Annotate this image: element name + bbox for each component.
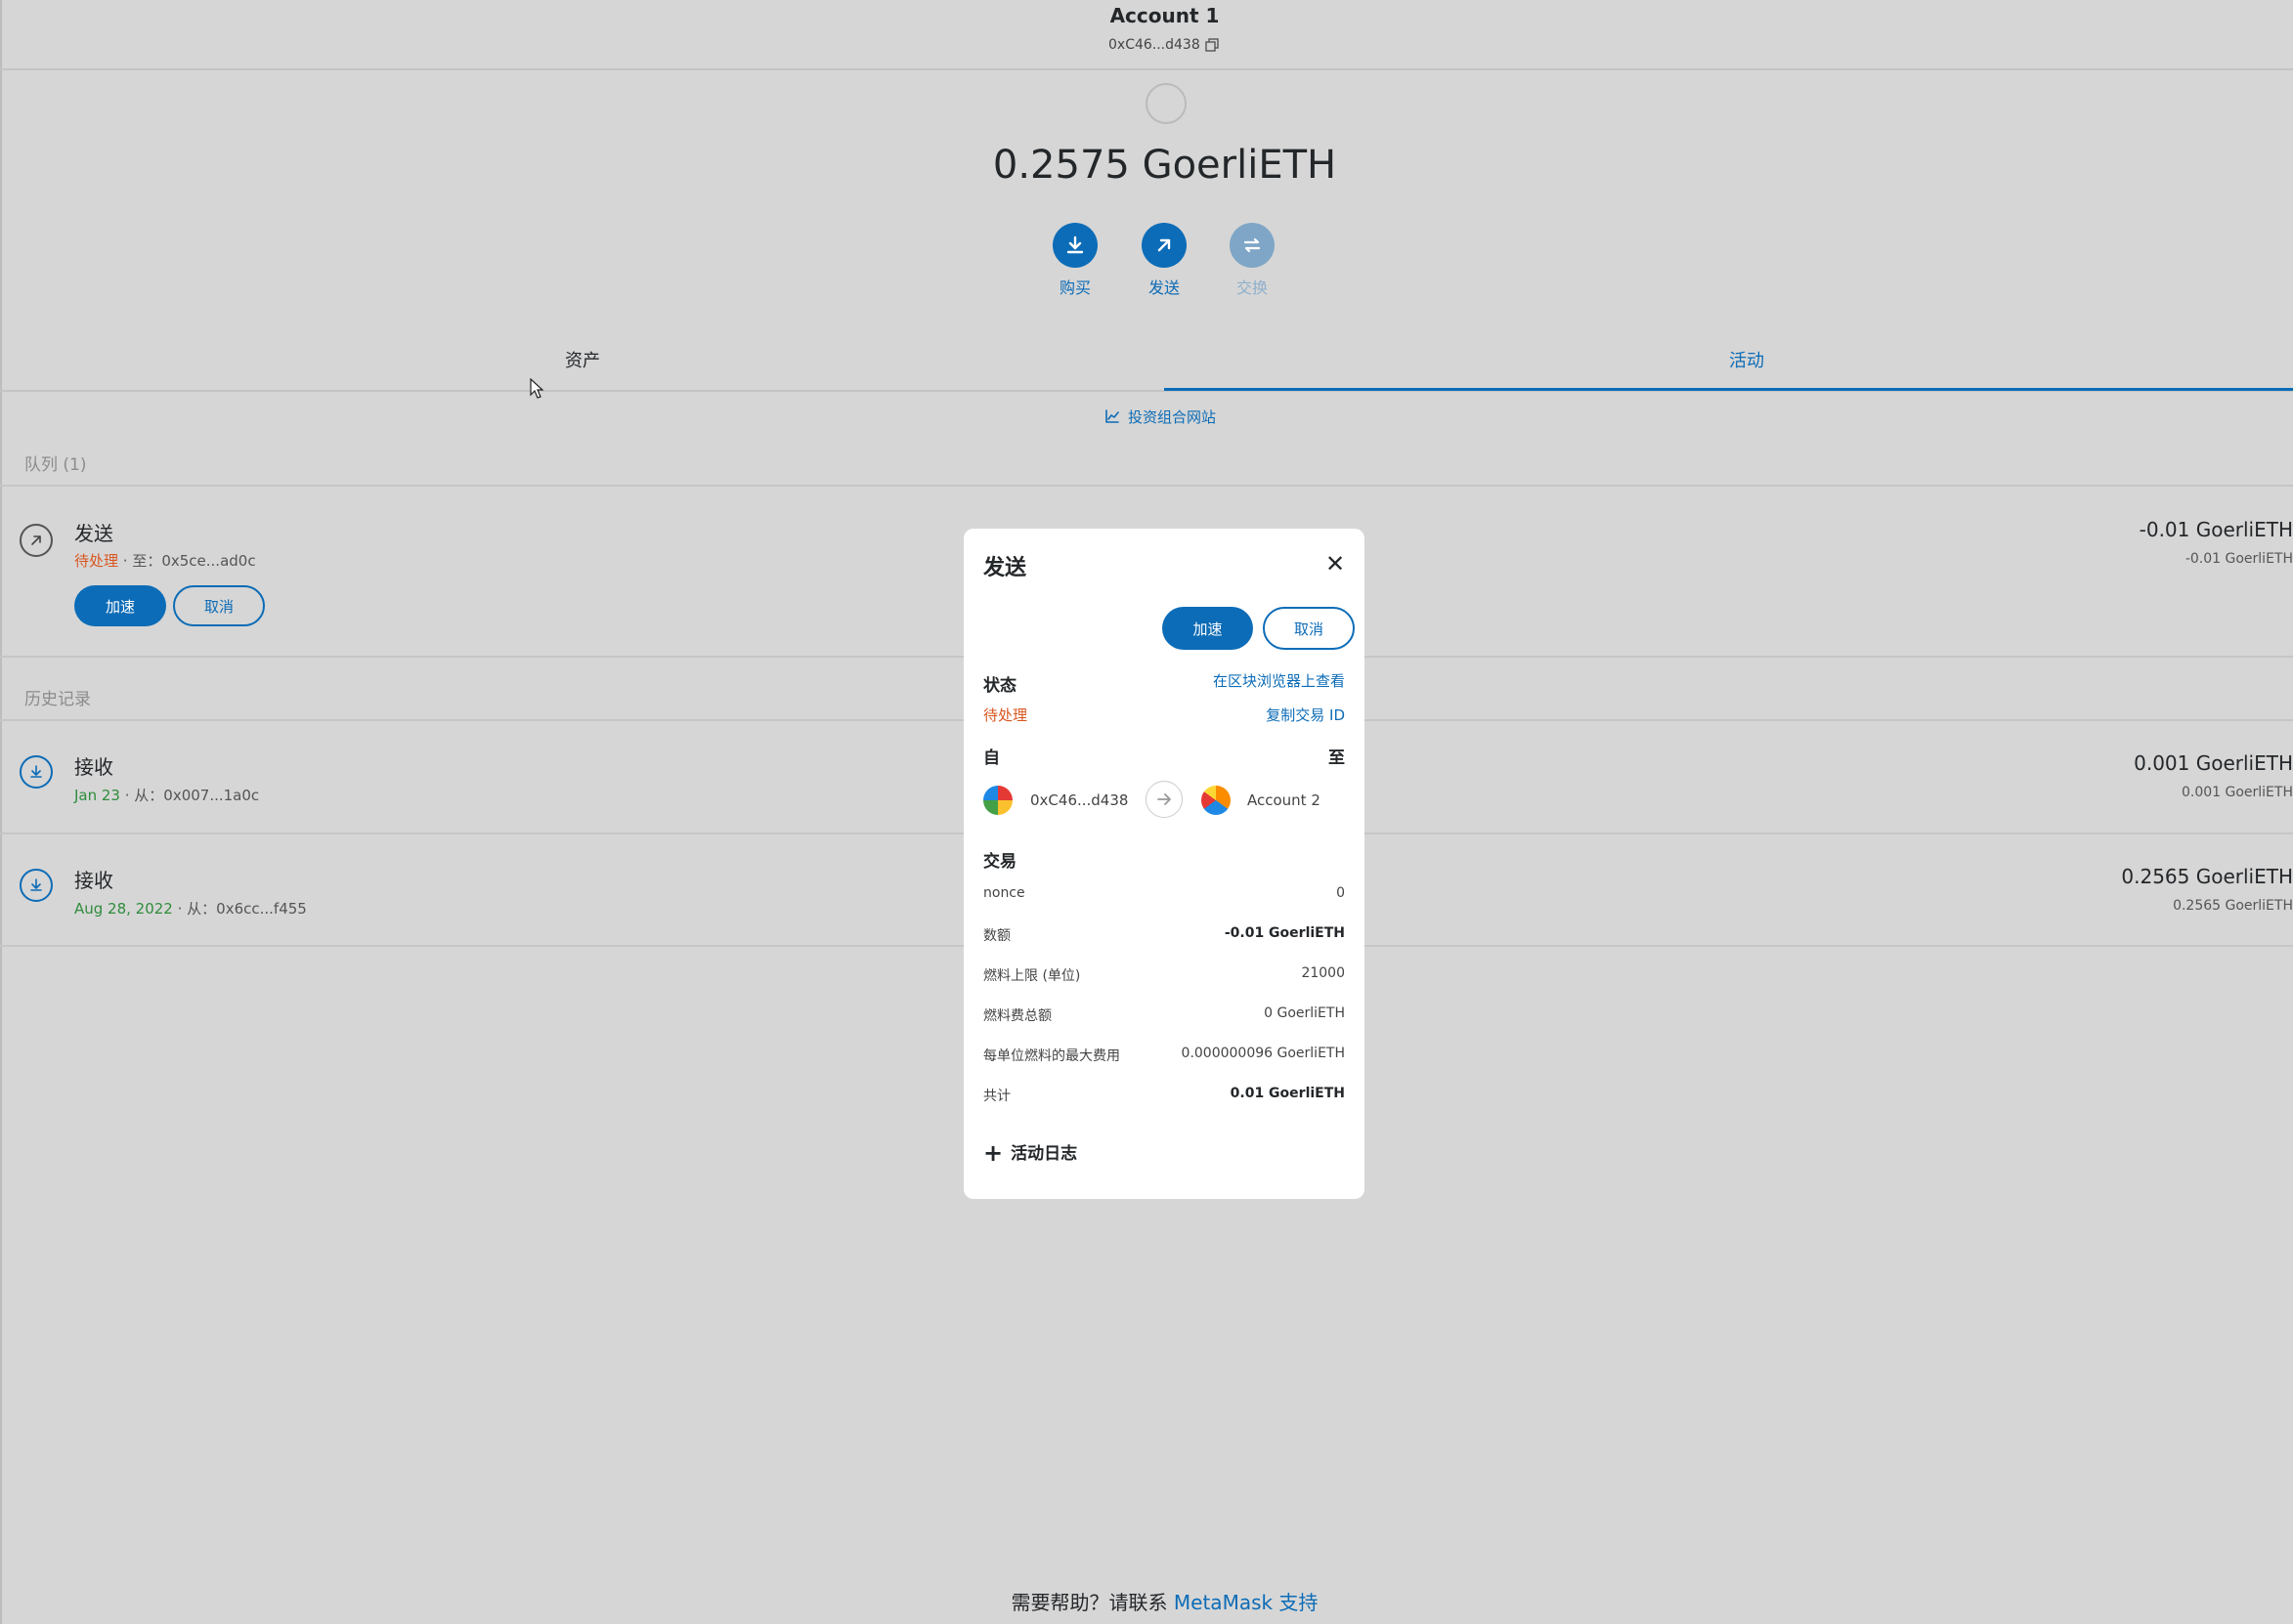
to-avatar bbox=[1201, 786, 1231, 815]
gas-total-value: 0 GoerliETH bbox=[1264, 1005, 1345, 1021]
status-value: 待处理 bbox=[983, 706, 1028, 724]
arrow-up-right-icon bbox=[31, 535, 41, 545]
close-icon[interactable]: ✕ bbox=[1325, 550, 1345, 577]
portfolio-link[interactable]: 投资组合网站 bbox=[1104, 406, 1216, 427]
history-tx-title[interactable]: 接收 bbox=[74, 751, 113, 780]
receive-tx-icon bbox=[20, 755, 53, 789]
modal-speed-up-button[interactable]: 加速 bbox=[1162, 607, 1253, 650]
activity-log-label[interactable]: 活动日志 bbox=[1011, 1144, 1077, 1164]
help-footer: 需要帮助？请联系 MetaMask 支持 bbox=[0, 1587, 2293, 1615]
max-fee-value: 0.000000096 GoerliETH bbox=[1181, 1046, 1345, 1061]
status-label: 状态 bbox=[983, 676, 1017, 696]
header-divider bbox=[0, 68, 2293, 70]
history-tx-amount: 0.001 GoerliETH bbox=[2134, 751, 2293, 775]
from-address[interactable]: 0xC46...d438 bbox=[1030, 791, 1128, 809]
download-icon bbox=[30, 765, 42, 778]
total-label: 共计 bbox=[983, 1089, 1011, 1104]
send-label[interactable]: 发送 bbox=[1125, 275, 1203, 298]
plus-icon: + bbox=[983, 1139, 1004, 1167]
arrow-right-icon bbox=[1146, 781, 1183, 818]
copy-tx-id-link[interactable]: 复制交易 ID bbox=[1266, 705, 1345, 725]
active-tab-indicator bbox=[1164, 388, 2293, 391]
window-left-border bbox=[0, 0, 2, 1624]
history-tx-date: Aug 28, 2022 bbox=[74, 900, 173, 918]
queue-tx-amount-secondary: -0.01 GoerliETH bbox=[2185, 551, 2293, 567]
activity-log-toggle[interactable]: + 活动日志 bbox=[983, 1139, 1077, 1167]
send-tx-icon bbox=[20, 524, 53, 557]
portfolio-link-label[interactable]: 投资组合网站 bbox=[1128, 408, 1216, 426]
gas-limit-value: 21000 bbox=[1301, 965, 1345, 981]
transaction-label: 交易 bbox=[983, 852, 1017, 872]
history-tx-detail: · 从：0x6cc...f455 bbox=[172, 900, 307, 918]
history-tx-detail: · 从：0x007...1a0c bbox=[119, 787, 260, 804]
buy-button[interactable] bbox=[1053, 223, 1098, 268]
tab-assets[interactable]: 资产 bbox=[565, 347, 600, 372]
help-text: 需要帮助？请联系 bbox=[1011, 1591, 1174, 1614]
modal-title: 发送 bbox=[983, 556, 1027, 580]
amount-value: -0.01 GoerliETH bbox=[1224, 925, 1345, 941]
history-tx-amount-secondary: 0.2565 GoerliETH bbox=[2173, 898, 2293, 914]
queue-divider bbox=[0, 485, 2293, 487]
mouse-cursor-icon bbox=[530, 378, 543, 399]
metamask-support-link[interactable]: MetaMask 支持 bbox=[1174, 1591, 1319, 1614]
queue-tx-status: 待处理 bbox=[74, 552, 119, 570]
buy-label[interactable]: 购买 bbox=[1036, 275, 1114, 298]
history-tx-amount-secondary: 0.001 GoerliETH bbox=[2181, 785, 2293, 800]
transaction-details-modal: 发送 ✕ 加速 取消 状态 在区块浏览器上查看 待处理 复制交易 ID 自 至 … bbox=[964, 529, 1364, 1199]
queue-speed-up-button[interactable]: 加速 bbox=[74, 585, 166, 626]
queue-title: 队列 (1) bbox=[24, 455, 87, 475]
max-fee-label: 每单位燃料的最大费用 bbox=[983, 1048, 1120, 1064]
receive-tx-icon bbox=[20, 869, 53, 902]
queue-tx-title[interactable]: 发送 bbox=[74, 518, 113, 546]
nonce-value: 0 bbox=[1336, 885, 1345, 901]
arrow-up-right-icon bbox=[1157, 238, 1171, 252]
account-name[interactable]: Account 1 bbox=[0, 4, 2293, 27]
copy-icon[interactable] bbox=[1205, 37, 1221, 53]
history-tx-amount: 0.2565 GoerliETH bbox=[2121, 865, 2293, 888]
from-label: 自 bbox=[983, 748, 1000, 768]
amount-label: 数额 bbox=[983, 928, 1011, 944]
swap-icon bbox=[1243, 237, 1261, 253]
from-avatar bbox=[983, 786, 1013, 815]
queue-tx-amount: -0.01 GoerliETH bbox=[2139, 518, 2293, 541]
gas-limit-label: 燃料上限 (单位) bbox=[983, 968, 1081, 984]
modal-cancel-button[interactable]: 取消 bbox=[1263, 607, 1355, 650]
swap-label[interactable]: 交换 bbox=[1213, 275, 1291, 298]
total-value: 0.01 GoerliETH bbox=[1230, 1086, 1345, 1101]
balance: 0.2575 GoerliETH bbox=[992, 143, 1337, 188]
to-label: 至 bbox=[1328, 748, 1345, 768]
tab-activity[interactable]: 活动 bbox=[1729, 347, 1764, 372]
chart-icon bbox=[1105, 409, 1119, 423]
nonce-label: nonce bbox=[983, 885, 1025, 901]
view-explorer-link[interactable]: 在区块浏览器上查看 bbox=[1213, 670, 1345, 691]
gas-total-label: 燃料费总额 bbox=[983, 1008, 1052, 1024]
history-tx-subtitle: Aug 28, 2022 · 从：0x6cc...f455 bbox=[74, 898, 307, 919]
to-account[interactable]: Account 2 bbox=[1247, 791, 1320, 809]
history-title: 历史记录 bbox=[24, 690, 91, 709]
history-tx-subtitle: Jan 23 · 从：0x007...1a0c bbox=[74, 785, 259, 805]
download-icon bbox=[1066, 235, 1084, 254]
history-tx-date: Jan 23 bbox=[74, 787, 120, 804]
download-icon bbox=[30, 878, 42, 891]
queue-tx-subtitle: 待处理 · 至：0x5ce...ad0c bbox=[74, 550, 256, 571]
swap-button[interactable] bbox=[1230, 223, 1275, 268]
account-avatar bbox=[1146, 83, 1187, 124]
send-button[interactable] bbox=[1142, 223, 1187, 268]
history-tx-title[interactable]: 接收 bbox=[74, 865, 113, 893]
queue-tx-detail: · 至：0x5ce...ad0c bbox=[118, 552, 256, 570]
account-address[interactable]: 0xC46...d438 bbox=[1108, 37, 1200, 53]
queue-cancel-button[interactable]: 取消 bbox=[173, 585, 265, 626]
